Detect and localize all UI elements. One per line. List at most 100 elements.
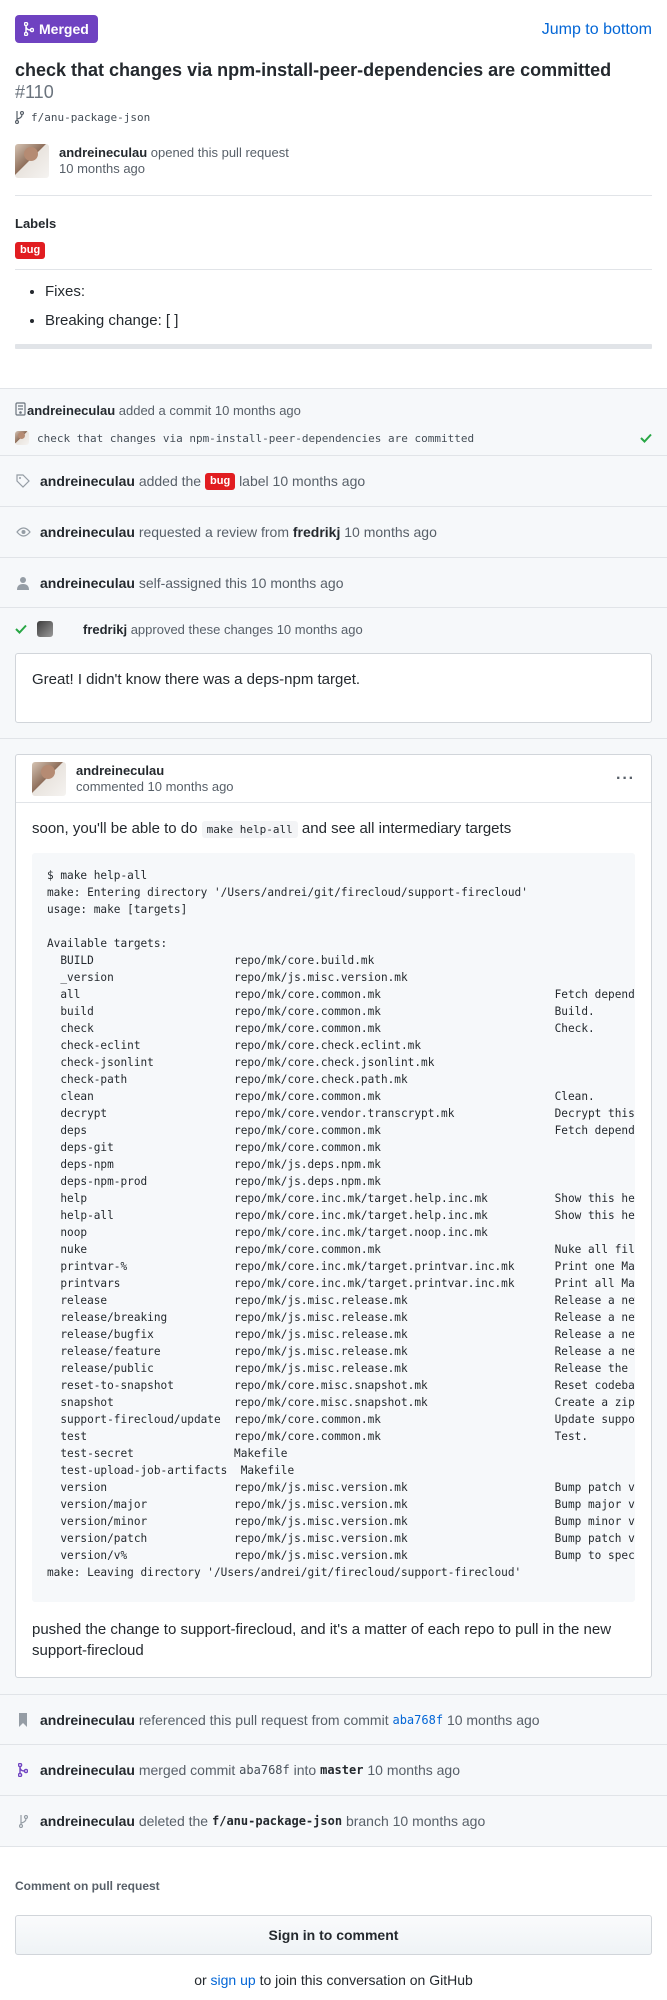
comment-outro: pushed the change to support-firecloud, … [32, 1621, 612, 1659]
comment-author[interactable]: andreineculau [76, 763, 164, 778]
label-bug[interactable]: bug [205, 472, 236, 490]
avatar[interactable] [15, 431, 29, 445]
pr-header: Merged Jump to bottom check that changes… [0, 0, 667, 178]
check-icon[interactable] [640, 433, 652, 443]
sign-up-link[interactable]: sign up [211, 1972, 256, 1988]
more-options-icon[interactable]: ··· [616, 770, 635, 788]
label-event-user[interactable]: andreineculau [40, 473, 135, 489]
reference-text: referenced this pull request from commit [138, 1711, 389, 1728]
delete-branch-event: andreineculau deleted the f/anu-package-… [0, 1796, 667, 1847]
labels-row: bug [15, 240, 652, 259]
branch-name[interactable]: f/anu-package-json [31, 111, 150, 124]
review-request-event: andreineculau requested a review from fr… [0, 507, 667, 558]
merge-text: merged commit [138, 1762, 236, 1778]
branch-line: f/anu-package-json [15, 111, 652, 124]
avatar[interactable] [32, 761, 66, 796]
comment-time: commented 10 months ago [76, 778, 234, 794]
pr-title: check that changes via npm-install-peer-… [15, 59, 652, 103]
merge-icon [15, 1763, 31, 1777]
labels-heading: Labels [15, 216, 57, 231]
reference-user[interactable]: andreineculau [40, 1712, 135, 1728]
signup-or: or [194, 1972, 207, 1988]
delete-user[interactable]: andreineculau [40, 1813, 135, 1829]
review-comment: Great! I didn't know there was a deps-np… [15, 653, 652, 723]
review-request-reviewer[interactable]: fredrikj [293, 524, 340, 540]
merged-label: Merged [39, 21, 89, 37]
review-request-user[interactable]: andreineculau [40, 524, 135, 540]
commit-event-text: added a commit [118, 402, 212, 418]
comment-body: soon, you'll be able to do make help-all… [16, 803, 651, 1677]
commit-icon [15, 401, 27, 419]
comment-intro-pre: soon, you'll be able to do [32, 820, 198, 837]
merge-commit-sha[interactable]: aba768f [239, 1763, 290, 1777]
reference-event: andreineculau referenced this pull reque… [0, 1695, 667, 1745]
commit-event-time: 10 months ago [214, 402, 301, 418]
tag-icon [15, 474, 31, 488]
reference-commit-link[interactable]: aba768f [392, 1713, 443, 1727]
branch-icon [15, 111, 24, 124]
review-text: approved these changes 10 months ago [130, 621, 363, 637]
review-header: fredrikj approved these changes 10 month… [15, 620, 652, 638]
delete-text: deleted the [138, 1813, 209, 1829]
review-user[interactable]: fredrikj [83, 622, 127, 637]
divider [15, 195, 652, 196]
deleted-branch: f/anu-package-json [212, 1814, 343, 1828]
assign-event: andreineculau self-assigned this 10 mont… [0, 558, 667, 608]
timeline: andreineculau added a commit 10 months a… [0, 388, 667, 1847]
merge-into: into [293, 1762, 317, 1778]
inline-code: make help-all [201, 821, 298, 838]
opener-author[interactable]: andreineculau [59, 145, 147, 160]
commit-event-header: andreineculau added a commit 10 months a… [15, 401, 652, 419]
reference-time: 10 months ago [446, 1711, 540, 1728]
merge-branch: master [320, 1763, 364, 1777]
list-item: Fixes: [45, 282, 652, 302]
commit-event: andreineculau added a commit 10 months a… [0, 389, 667, 456]
comment-author-block: andreineculau commented 10 months ago [76, 763, 616, 795]
comment-footer-title: Comment on pull request [15, 1879, 160, 1893]
body-divider [15, 344, 652, 349]
opener-time: 10 months ago [59, 161, 146, 176]
opener-text: andreineculau opened this pull request 1… [59, 144, 289, 178]
assign-event-user[interactable]: andreineculau [40, 575, 135, 591]
jump-to-bottom-link[interactable]: Jump to bottom [542, 21, 652, 39]
review-event: fredrikj approved these changes 10 month… [0, 608, 667, 739]
merge-event: andreineculau merged commit aba768f into… [0, 1745, 667, 1796]
signup-rest: to join this conversation on GitHub [259, 1972, 473, 1988]
merge-user[interactable]: andreineculau [40, 1762, 135, 1778]
assign-event-text: self-assigned this 10 months ago [138, 574, 344, 591]
merged-badge: Merged [15, 15, 98, 43]
label-event-post: label 10 months ago [239, 473, 366, 489]
pr-number: #110 [15, 82, 54, 102]
pr-body: Fixes: Breaking change: [ ] [45, 282, 652, 331]
sign-in-button[interactable]: Sign in to comment [15, 1915, 652, 1955]
comment: andreineculau commented 10 months ago ··… [15, 754, 652, 1678]
label-event-pre: added the [138, 473, 202, 489]
merge-time: 10 months ago [367, 1762, 460, 1778]
code-block: $ make help-all make: Entering directory… [32, 853, 635, 1602]
label-bug[interactable]: bug [15, 242, 46, 259]
comment-intro: soon, you'll be able to do make help-all… [32, 818, 635, 840]
list-item: Breaking change: [ ] [45, 311, 652, 331]
signup-line: or sign up to join this conversation on … [0, 1972, 667, 1988]
check-icon [15, 624, 27, 634]
comment-header: andreineculau commented 10 months ago ··… [16, 755, 651, 803]
commit-row: check that changes via npm-install-peer-… [15, 431, 652, 445]
commit-event-user[interactable]: andreineculau [27, 403, 115, 418]
avatar[interactable] [37, 621, 53, 637]
person-icon [15, 576, 31, 590]
opener-action: opened this pull request [150, 145, 289, 160]
branch-icon [15, 1814, 31, 1828]
review-request-text: requested a review from [138, 524, 289, 540]
pr-title-text: check that changes via npm-install-peer-… [15, 60, 612, 80]
merge-icon [24, 22, 34, 36]
avatar[interactable] [15, 144, 49, 178]
comment-wrapper: andreineculau commented 10 months ago ··… [0, 739, 667, 1695]
label-event: andreineculau added the bug label 10 mon… [0, 456, 667, 507]
bookmark-icon [15, 1712, 31, 1727]
review-request-time: 10 months ago [344, 524, 437, 540]
opener: andreineculau opened this pull request 1… [15, 144, 652, 178]
divider [15, 269, 652, 270]
eye-icon [15, 527, 31, 537]
delete-post: branch 10 months ago [345, 1813, 486, 1829]
commit-message[interactable]: check that changes via npm-install-peer-… [37, 432, 640, 445]
